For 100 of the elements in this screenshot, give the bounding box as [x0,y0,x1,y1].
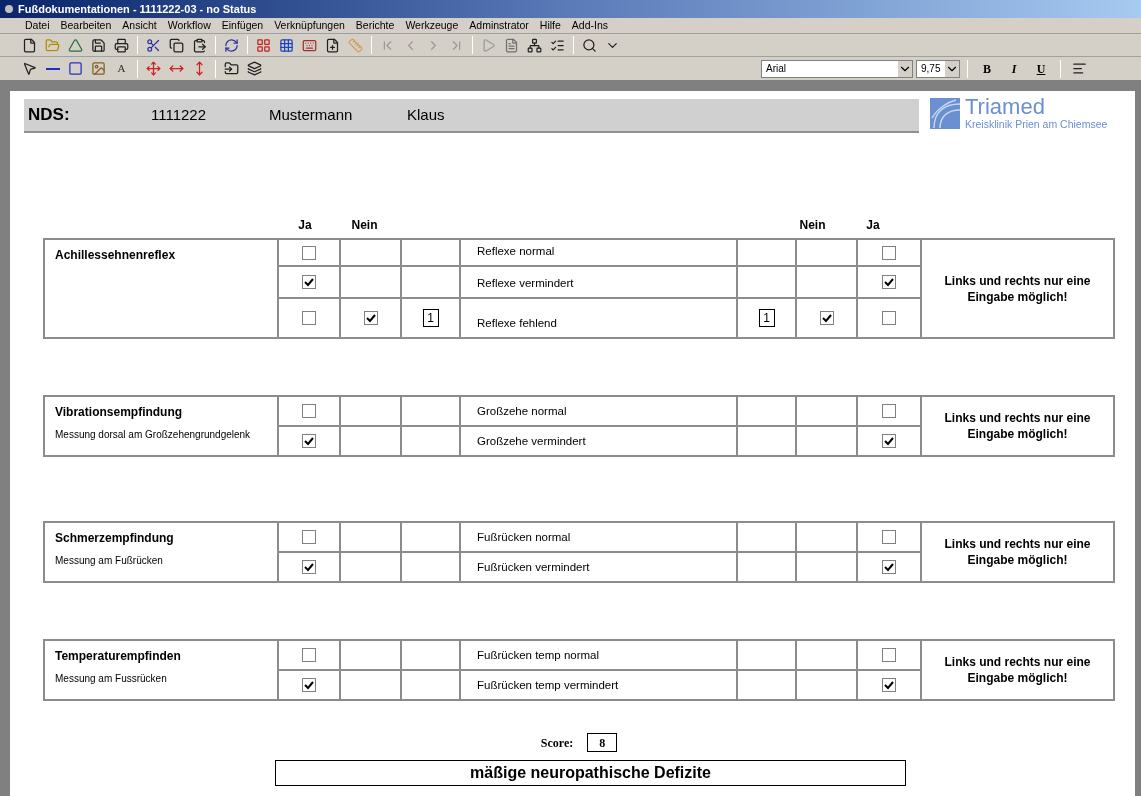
save-icon [91,37,106,53]
last-name: Mustermann [269,104,354,125]
finding-label: Fußrücken temp vermindert [477,677,619,693]
window-title: Fußdokumentationen - 1111222-03 - no Status [18,1,257,17]
folder-arrow-icon [224,61,239,76]
menu-item[interactable]: Workflow [167,20,211,31]
checkbox[interactable] [882,275,896,289]
checkmark-icon [884,680,894,690]
section-title: Achillessehnenreflex [55,247,177,264]
text-tool-button[interactable]: A [110,58,133,79]
checkbox[interactable] [882,311,896,325]
menu-item[interactable]: Werkzeuge [405,20,459,31]
section-subtitle: Messung dorsal am Großzehengrundgelenk [55,428,252,442]
play-icon [481,37,496,53]
finding-label: Fußrücken temp normal [477,647,600,663]
checkbox[interactable] [882,404,896,418]
menu-item[interactable]: Verknüpfungen [274,20,345,31]
checkbox[interactable] [882,434,896,448]
input-note: Links und rechts nur eine Eingabe möglich! [943,410,1092,442]
table-cell [341,553,400,581]
table-cell [402,267,459,297]
finding-label: Reflexe fehlend [477,315,557,331]
caret-icon [898,60,912,77]
checklist-icon [550,37,565,53]
checkmark-icon [304,436,314,446]
menu-item[interactable]: Berichte [355,20,395,31]
checkbox[interactable] [302,404,316,418]
finding-label: Fußrücken normal [477,529,571,545]
italic-button[interactable]: I [1002,58,1026,79]
menu-item[interactable]: Adminstrator [469,20,529,31]
size-dropdown[interactable]: 9,75 [916,59,960,78]
checkbox[interactable] [882,530,896,544]
table-cell [341,240,400,265]
table-cell [341,427,400,455]
table-cell [341,641,400,669]
file-plus-icon [325,37,340,53]
copy-icon [169,37,184,53]
align-left-icon [1072,61,1087,76]
logo-subtitle: Kreisklinik Prien am Chiemsee [965,119,1108,130]
font-dropdown[interactable]: Arial [761,59,913,78]
column-header: Nein [799,217,826,234]
count-field[interactable]: 1 [422,309,439,327]
caret-icon [945,60,959,77]
patient-id: 1111222 [151,104,208,125]
underline-button[interactable]: U [1029,58,1053,79]
menu-item[interactable]: Add-Ins [571,20,609,31]
section-title: Vibrationsempfindung [55,404,184,421]
checkbox[interactable] [363,311,378,325]
score-field: 8 [587,733,618,752]
checkmark-icon [304,680,314,690]
table-cell [402,240,459,265]
input-note: Links und rechts nur eine Eingabe möglich! [943,536,1092,568]
checkbox[interactable] [882,678,896,692]
checkbox[interactable] [302,530,316,544]
menu-item[interactable]: Datei [25,20,50,31]
table-cell [402,427,459,455]
checkmark-icon [884,277,894,287]
menu-item[interactable]: Einfügen [221,20,264,31]
table-cell [797,553,856,581]
checkbox[interactable] [882,245,896,260]
table-cell [738,267,795,297]
checkmark-icon [304,277,314,287]
menu-item[interactable]: Bearbeiten [60,20,112,31]
table-cell [797,641,856,669]
menu-item[interactable]: Ansicht [122,20,157,31]
column-header: Ja [866,217,880,234]
finding-label: Großzehe vermindert [477,433,586,449]
checkbox[interactable] [302,434,316,448]
table-cell [341,397,400,425]
table-cell [402,523,459,551]
table-cell [797,427,856,455]
document-icon [504,37,519,53]
table-cell [341,671,400,699]
checkbox[interactable] [882,648,896,662]
count-field[interactable]: 1 [758,309,775,327]
ruler-icon [348,37,363,53]
checkbox[interactable] [819,311,834,325]
bold-button[interactable]: B [975,58,999,79]
column-header: Nein [351,217,378,234]
table-cell [797,267,856,297]
checkbox[interactable] [302,311,316,325]
checkbox[interactable] [302,245,316,260]
table-cell [402,397,459,425]
checkbox[interactable] [302,275,316,289]
finding-label: Reflexe normal [477,243,555,259]
layers-icon [247,61,262,76]
table-cell [402,641,459,669]
checkbox[interactable] [882,560,896,574]
checkbox[interactable] [302,560,316,574]
refresh-icon [224,37,239,53]
checkbox[interactable] [302,648,316,662]
header-label: NDS: [27,104,71,127]
table-cell [738,523,795,551]
menu-item[interactable]: Hilfe [539,20,561,31]
rectangle-icon [68,61,83,76]
move-icon [146,61,161,76]
input-note: Links und rechts nur eine Eingabe möglich! [943,272,1092,305]
checkbox[interactable] [302,678,316,692]
score-label: Score: [540,734,574,752]
table-cell [738,427,795,455]
